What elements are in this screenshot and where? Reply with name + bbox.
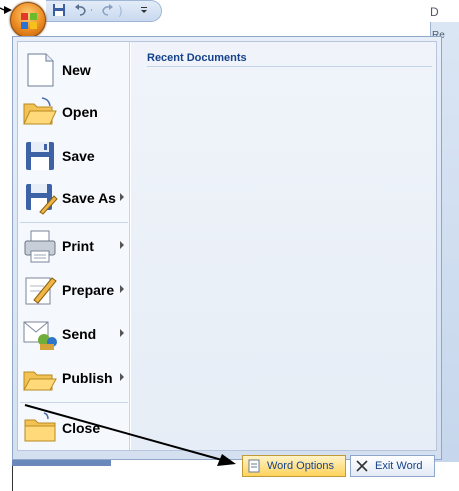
customize-qat-icon[interactable] xyxy=(140,3,148,19)
save-as-icon xyxy=(22,180,58,216)
office-menu: New Open Save Save As Print Prepare Send… xyxy=(12,36,442,477)
menu-item-label: Send xyxy=(62,326,97,342)
menu-divider xyxy=(20,402,128,403)
submenu-arrow-icon xyxy=(120,373,124,381)
word-options-icon xyxy=(247,459,261,473)
menu-item-label: Prepare xyxy=(62,282,115,298)
menu-item-label: Print xyxy=(62,238,94,254)
window-title-fragment: D xyxy=(430,5,439,19)
menu-item-label: Close xyxy=(62,420,101,436)
menu-item-close[interactable]: Close xyxy=(20,408,128,448)
separator-icon: ) xyxy=(118,4,123,18)
office-logo-icon xyxy=(21,13,37,29)
prepare-icon xyxy=(22,272,58,308)
menu-item-open[interactable]: Open xyxy=(20,92,128,132)
menu-item-prepare[interactable]: Prepare xyxy=(20,270,128,310)
exit-word-button[interactable]: Exit Word xyxy=(350,455,435,477)
recent-divider xyxy=(147,66,432,67)
command-list: New Open Save Save As Print Prepare Send… xyxy=(18,42,130,450)
menu-item-label: Open xyxy=(62,104,98,120)
undo-icon[interactable] xyxy=(74,3,88,19)
exit-icon xyxy=(355,459,369,473)
recent-documents-pane: Recent Documents xyxy=(131,42,436,450)
close-folder-icon xyxy=(22,410,58,446)
menu-item-label: New xyxy=(62,62,91,78)
submenu-arrow-icon xyxy=(120,241,124,249)
menu-item-label: Save As xyxy=(62,190,116,206)
new-document-icon xyxy=(22,52,58,88)
office-button[interactable] xyxy=(10,2,46,38)
menu-item-print[interactable]: Print xyxy=(20,226,128,266)
exit-word-label: Exit Word xyxy=(375,460,423,472)
open-folder-icon xyxy=(22,94,58,130)
submenu-arrow-icon xyxy=(120,329,124,337)
menu-item-publish[interactable]: Publish xyxy=(20,358,128,398)
redo-icon[interactable] xyxy=(100,3,114,19)
undo-dropdown-icon[interactable]: · xyxy=(90,3,93,19)
menu-item-save-as[interactable]: Save As xyxy=(20,178,128,218)
word-options-label: Word Options xyxy=(267,460,335,472)
send-icon xyxy=(22,316,58,352)
menu-item-save[interactable]: Save xyxy=(20,136,128,176)
quick-access-toolbar: · ) xyxy=(46,0,162,22)
status-strip xyxy=(12,460,111,466)
publish-icon xyxy=(22,360,58,396)
word-options-button[interactable]: Word Options xyxy=(242,455,346,477)
recent-documents-title: Recent Documents xyxy=(147,52,247,64)
save-icon[interactable] xyxy=(52,3,66,19)
menu-item-new[interactable]: New xyxy=(20,50,128,90)
menu-item-label: Save xyxy=(62,148,95,164)
menu-divider xyxy=(20,222,128,223)
submenu-arrow-icon xyxy=(120,193,124,201)
printer-icon xyxy=(22,228,58,264)
office-menu-body: New Open Save Save As Print Prepare Send… xyxy=(17,41,437,451)
annotation-arrow-office-button xyxy=(0,7,5,11)
submenu-arrow-icon xyxy=(120,285,124,293)
menu-item-send[interactable]: Send xyxy=(20,314,128,354)
menu-item-label: Publish xyxy=(62,370,113,386)
save-disk-icon xyxy=(22,138,58,174)
